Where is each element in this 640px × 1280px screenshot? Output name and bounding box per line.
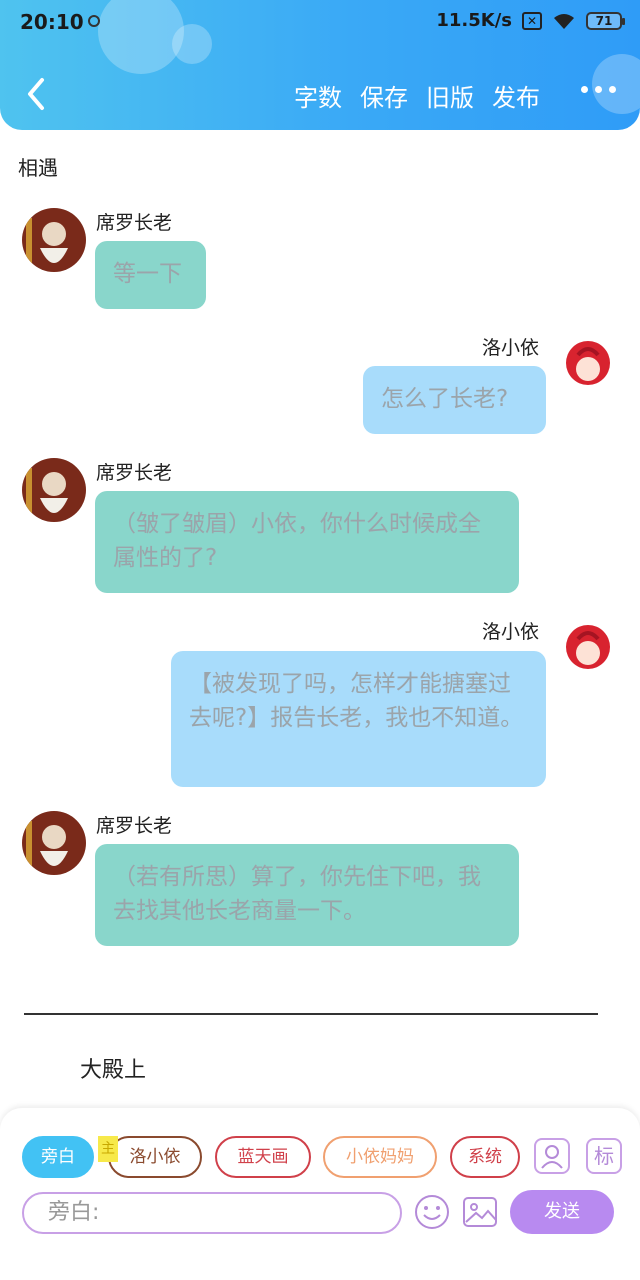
record-icon [88, 15, 100, 27]
sender-name: 席罗长老 [96, 815, 173, 837]
role-chip-luo-xiaoyi[interactable]: 洛小依 [108, 1136, 202, 1178]
publish-button[interactable]: 发布 [492, 78, 540, 113]
girl-avatar[interactable] [556, 617, 620, 681]
send-button[interactable]: 发送 [510, 1190, 614, 1234]
scene-title: 相遇 [18, 156, 58, 180]
battery-icon: 71 [586, 11, 625, 30]
message-bubble[interactable]: 怎么了长老? [363, 366, 546, 434]
role-chip-narration[interactable]: 旁白 [22, 1136, 94, 1178]
section-divider [24, 1013, 598, 1015]
word-count-button[interactable]: 字数 [294, 78, 342, 113]
main-role-badge: 主 [98, 1136, 118, 1162]
status-time: 20:10 [20, 10, 84, 34]
sender-name: 席罗长老 [96, 462, 173, 484]
status-bar: 20:10 11.5K/s ✕ 71 [0, 0, 640, 44]
sender-name: 席罗长老 [96, 212, 173, 234]
role-chip-system[interactable]: 系统 [450, 1136, 520, 1178]
sender-name: 洛小依 [482, 621, 540, 643]
composer-panel: 旁白 洛小依 主 蓝天画 小依妈妈 系统 标 旁白: 发送 [0, 1108, 640, 1280]
network-speed: 11.5K/s [436, 10, 512, 31]
dot-icon [595, 86, 602, 93]
chevron-left-icon [28, 78, 44, 110]
image-icon [463, 1197, 497, 1227]
dot-icon [609, 86, 616, 93]
old-version-button[interactable]: 旧版 [426, 78, 474, 113]
sim-off-icon: ✕ [522, 11, 542, 30]
message-bubble[interactable]: （皱了皱眉）小依，你什么时候成全属性的了? [95, 491, 519, 593]
wifi-icon [552, 12, 576, 30]
sender-name: 洛小依 [482, 337, 540, 359]
save-button[interactable]: 保存 [360, 78, 408, 113]
image-button[interactable] [462, 1194, 498, 1230]
message-bubble[interactable]: 等一下 [95, 241, 206, 309]
dot-icon [581, 86, 588, 93]
mark-button[interactable]: 标 [586, 1138, 622, 1174]
person-icon [541, 1145, 563, 1169]
elder-avatar[interactable] [22, 458, 86, 522]
message-bubble[interactable]: （若有所思）算了，你先住下吧，我去找其他长老商量一下。 [95, 844, 519, 946]
scene-title: 大殿上 [80, 1058, 147, 1083]
role-chip-lan-tianhua[interactable]: 蓝天画 [215, 1136, 311, 1178]
elder-avatar[interactable] [22, 208, 86, 272]
message-bubble[interactable]: 【被发现了吗，怎样才能搪塞过去呢?】报告长老，我也不知道。 [171, 651, 546, 787]
smiley-icon [415, 1195, 449, 1229]
header: 20:10 11.5K/s ✕ 71 字数 保存 旧版 发布 [0, 0, 640, 130]
contacts-button[interactable] [534, 1138, 570, 1174]
back-button[interactable] [22, 76, 52, 112]
message-input[interactable]: 旁白: [22, 1192, 402, 1234]
girl-avatar[interactable] [556, 333, 620, 397]
top-nav: 字数 保存 旧版 发布 [0, 64, 640, 124]
elder-avatar[interactable] [22, 811, 86, 875]
emoji-button[interactable] [414, 1194, 450, 1230]
more-menu-button[interactable] [581, 86, 616, 93]
role-chip-xiaoyi-mother[interactable]: 小依妈妈 [323, 1136, 437, 1178]
